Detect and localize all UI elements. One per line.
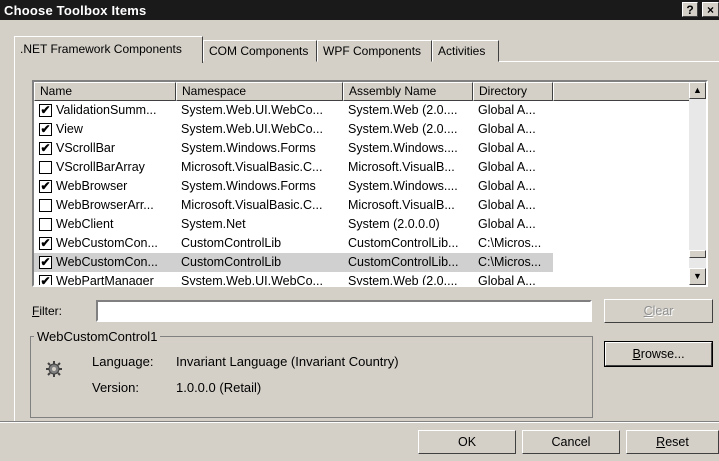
cell-namespace: System.Windows.Forms — [181, 179, 316, 193]
cell-directory: Global A... — [478, 103, 536, 117]
cell-name: VScrollBar — [56, 141, 116, 155]
table-row[interactable]: VScrollBarArray Microsoft.VisualBasic.C..… — [34, 158, 553, 177]
details-groupbox — [30, 336, 593, 418]
cell-assembly: CustomControlLib... — [348, 255, 459, 269]
cell-namespace: Microsoft.VisualBasic.C... — [181, 198, 323, 212]
row-checkbox[interactable]: ✔ — [39, 256, 52, 269]
tab-net-framework-components[interactable]: .NET Framework Components — [14, 36, 203, 63]
row-checkbox[interactable] — [39, 161, 52, 174]
cancel-button[interactable]: Cancel — [522, 430, 620, 454]
cell-directory: C:\Micros... — [478, 255, 542, 269]
cell-namespace: System.Windows.Forms — [181, 141, 316, 155]
cell-name: View — [56, 122, 83, 136]
table-row[interactable]: ✔ ValidationSumm... System.Web.UI.WebCo...… — [34, 101, 553, 120]
cell-name: WebBrowserArr... — [56, 198, 154, 212]
cell-directory: Global A... — [478, 122, 536, 136]
cell-name: WebBrowser — [56, 179, 128, 193]
cell-directory: Global A... — [478, 274, 536, 287]
bottom-separator — [0, 421, 719, 423]
help-button[interactable]: ? — [682, 2, 698, 17]
cell-assembly: System.Windows.... — [348, 141, 458, 155]
scroll-down-button[interactable]: ▼ — [689, 268, 706, 285]
language-label: Language: — [92, 354, 154, 369]
cell-namespace: CustomControlLib — [181, 255, 282, 269]
arrow-up-icon: ▲ — [693, 85, 702, 95]
cell-name: ValidationSumm... — [56, 103, 157, 117]
clear-button[interactable]: Clear — [604, 299, 713, 323]
cell-namespace: CustomControlLib — [181, 236, 282, 250]
cell-assembly: Microsoft.VisualB... — [348, 198, 455, 212]
table-row[interactable]: WebClient System.Net System (2.0.0.0) Globa… — [34, 215, 553, 234]
cell-assembly: System (2.0.0.0) — [348, 217, 440, 231]
cell-assembly: System.Web (2.0.... — [348, 122, 458, 136]
window-title: Choose Toolbox Items — [4, 3, 147, 18]
close-button[interactable]: × — [702, 2, 719, 17]
cell-namespace: System.Net — [181, 217, 246, 231]
column-header-assembly-name[interactable]: Assembly Name — [343, 82, 473, 101]
cell-assembly: System.Windows.... — [348, 179, 458, 193]
cell-name: WebClient — [56, 217, 114, 231]
cell-name: WebPartManager — [56, 274, 154, 287]
version-label: Version: — [92, 380, 139, 395]
scroll-thumb[interactable] — [689, 250, 706, 258]
row-checkbox[interactable]: ✔ — [39, 123, 52, 136]
table-row[interactable]: ✔ WebPartManager System.Web.UI.WebCo... Sys… — [34, 272, 553, 287]
row-checkbox[interactable]: ✔ — [39, 142, 52, 155]
row-checkbox[interactable]: ✔ — [39, 104, 52, 117]
tab-com-components[interactable]: COM Components — [203, 40, 317, 62]
row-checkbox[interactable] — [39, 218, 52, 231]
cell-directory: Global A... — [478, 141, 536, 155]
ok-button[interactable]: OK — [418, 430, 516, 454]
cell-name: VScrollBarArray — [56, 160, 145, 174]
cell-namespace: Microsoft.VisualBasic.C... — [181, 160, 323, 174]
cell-assembly: Microsoft.VisualB... — [348, 160, 455, 174]
vertical-scrollbar[interactable]: ▲ ▼ — [689, 82, 706, 285]
cell-name: WebCustomCon... — [56, 255, 158, 269]
tab-wpf-components[interactable]: WPF Components — [317, 40, 432, 62]
cell-assembly: CustomControlLib... — [348, 236, 459, 250]
table-row[interactable]: ✔ WebCustomCon... CustomControlLib CustomCo… — [34, 253, 553, 272]
gear-icon — [46, 361, 62, 377]
cell-namespace: System.Web.UI.WebCo... — [181, 103, 323, 117]
cell-directory: Global A... — [478, 160, 536, 174]
cell-namespace: System.Web.UI.WebCo... — [181, 122, 323, 136]
language-value: Invariant Language (Invariant Country) — [176, 354, 399, 369]
filter-input[interactable] — [96, 300, 592, 322]
scroll-up-button[interactable]: ▲ — [689, 82, 706, 99]
cell-assembly: System.Web (2.0.... — [348, 103, 458, 117]
cell-directory: C:\Micros... — [478, 236, 542, 250]
components-list[interactable]: Name Namespace Assembly Name Directory ✔… — [32, 80, 708, 287]
browse-button[interactable]: Browse... — [604, 341, 713, 367]
column-header-namespace[interactable]: Namespace — [176, 82, 343, 101]
cell-directory: Global A... — [478, 179, 536, 193]
row-checkbox[interactable]: ✔ — [39, 275, 52, 285]
table-row[interactable]: ✔ WebCustomCon... CustomControlLib CustomCo… — [34, 234, 553, 253]
cell-namespace: System.Web.UI.WebCo... — [181, 274, 323, 287]
row-checkbox[interactable]: ✔ — [39, 237, 52, 250]
table-row[interactable]: ✔ WebBrowser System.Windows.Forms System.Wi… — [34, 177, 553, 196]
title-bar: Choose Toolbox Items ? × — [0, 0, 719, 20]
cell-name: WebCustomCon... — [56, 236, 158, 250]
table-row[interactable]: WebBrowserArr... Microsoft.VisualBasic.C.… — [34, 196, 553, 215]
row-checkbox[interactable] — [39, 199, 52, 212]
table-row[interactable]: ✔ View System.Web.UI.WebCo... System.Web (2… — [34, 120, 553, 139]
tab-activities[interactable]: Activities — [432, 40, 499, 62]
details-title: WebCustomControl1 — [34, 329, 161, 344]
column-header-empty — [553, 82, 691, 101]
column-header-name[interactable]: Name — [34, 82, 176, 101]
version-value: 1.0.0.0 (Retail) — [176, 380, 262, 395]
cell-assembly: System.Web (2.0.... — [348, 274, 458, 287]
column-header-directory[interactable]: Directory — [473, 82, 553, 101]
row-checkbox[interactable]: ✔ — [39, 180, 52, 193]
filter-label: Filter: — [32, 304, 63, 318]
cell-directory: Global A... — [478, 217, 536, 231]
arrow-down-icon: ▼ — [693, 271, 702, 281]
cell-directory: Global A... — [478, 198, 536, 212]
table-row[interactable]: ✔ VScrollBar System.Windows.Forms System.Wi… — [34, 139, 553, 158]
reset-button[interactable]: Reset — [626, 430, 719, 454]
choose-toolbox-items-dialog: Choose Toolbox Items ? × .NET Framework … — [0, 0, 719, 461]
